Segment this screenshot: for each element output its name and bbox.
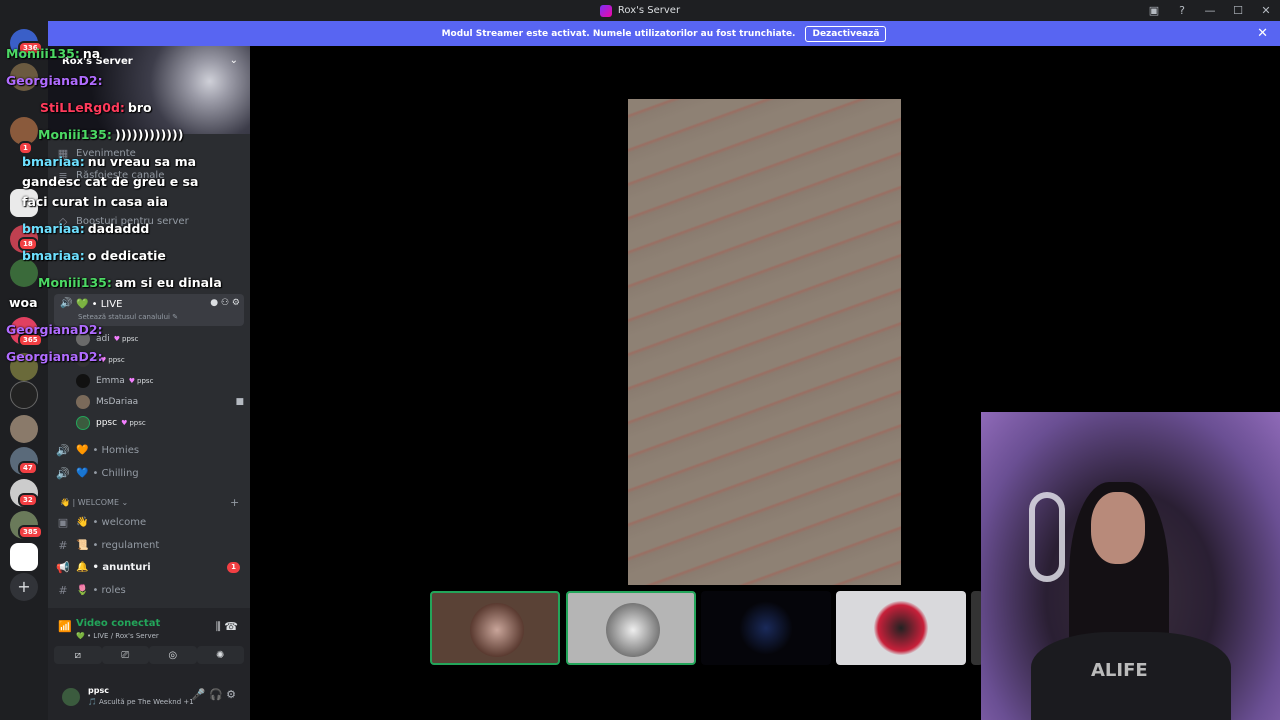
disconnect-icon[interactable]: ⫼ ☎ <box>216 620 238 634</box>
avatar <box>76 395 90 409</box>
maximize-button[interactable]: ☐ <box>1226 0 1250 21</box>
voice-connected-subtitle[interactable]: 💚 • LIVE / Rox's Server <box>76 632 159 640</box>
server-badge: 47 <box>18 461 38 475</box>
server-icon[interactable] <box>10 415 38 443</box>
deactivate-button[interactable]: Dezactivează <box>805 25 887 42</box>
help-icon[interactable]: ? <box>1170 0 1194 21</box>
streamer-mode-banner: Modul Streamer este activat. Numele util… <box>48 21 1280 46</box>
inbox-icon[interactable]: ▣ <box>1142 0 1166 21</box>
camera-off-button[interactable]: ⧄ <box>54 646 102 664</box>
add-channel-icon[interactable]: + <box>230 496 239 509</box>
chat-message: Moniii135:)))))))))))) <box>38 127 184 142</box>
close-window-button[interactable]: ✕ <box>1254 0 1278 21</box>
main-video-stream[interactable] <box>628 99 901 585</box>
voice-user[interactable]: MsDariaa ■ <box>76 393 244 411</box>
avatar <box>606 603 660 657</box>
channel-roles[interactable]: # 🌷 • roles <box>54 580 244 600</box>
server-badge: 32 <box>18 493 38 507</box>
chat-message: bmariaa: nu vreau sa ma gandesc cat de gr… <box>22 154 199 209</box>
user-controls[interactable]: 🎤 🎧 ⚙ <box>192 688 236 701</box>
hash-icon: # <box>58 583 68 597</box>
server-icon[interactable] <box>10 543 38 571</box>
chat-message: GeorgianaD2: <box>6 73 103 88</box>
channel-regulament[interactable]: # 📜 • regulament <box>54 535 244 555</box>
avatar <box>470 603 524 657</box>
voice-channel-chilling[interactable]: 🔊 💙 • Chilling <box>54 463 244 483</box>
channel-label: anunturi <box>102 561 151 573</box>
chevron-down-icon[interactable]: ⌄ <box>230 55 238 66</box>
chat-message: woa <box>9 295 38 310</box>
voice-user-name: ppsc <box>96 418 118 428</box>
screen-share-button[interactable]: ⎚ <box>101 646 149 664</box>
soundboard-button[interactable]: ✺ <box>196 646 244 664</box>
avatar <box>76 416 90 430</box>
voice-user[interactable]: ppsc ♥ ppsc <box>76 414 146 432</box>
voice-user-name: MsDariaa <box>96 397 139 407</box>
chat-message: GeorgianaD2: <box>6 349 103 364</box>
channel-label: Homies <box>101 444 140 456</box>
signal-icon: 📶 <box>58 620 72 633</box>
minimize-button[interactable]: — <box>1198 0 1222 21</box>
channel-label: roles <box>101 584 126 596</box>
title-bar: Rox's Server ▣ ? — ☐ ✕ <box>0 0 1280 21</box>
voice-connected-title: Video conectat <box>76 618 161 629</box>
shirt: ALIFE <box>1031 632 1231 720</box>
webcam-overlay: ALIFE <box>981 412 1280 720</box>
user-status: 🎵 Ascultă pe The Weeknd +1 <box>88 698 194 706</box>
participant-tile[interactable] <box>836 591 966 665</box>
participant-tile[interactable] <box>701 591 831 665</box>
avatar[interactable] <box>62 688 80 706</box>
channel-label: welcome <box>101 516 147 528</box>
chat-message: Moniii135: am si eu dinala <box>38 275 222 290</box>
server-badge: 385 <box>18 525 43 539</box>
chat-message: bmariaa: dadaddd <box>22 221 150 236</box>
chat-message: StiLLeRg0d: bro <box>40 100 152 115</box>
channel-label: regulament <box>101 539 160 551</box>
channel-emoji: 🧡 <box>76 444 89 456</box>
speaker-icon: 🔊 <box>56 466 70 480</box>
headphones <box>1029 492 1065 582</box>
chat-message: Moniii135: na <box>6 46 101 61</box>
chat-message: GeorgianaD2: <box>6 322 103 337</box>
avatar <box>76 374 90 388</box>
chat-message: bmariaa: o dedicatie <box>22 248 166 263</box>
add-server-icon[interactable]: + <box>10 573 38 601</box>
avatar <box>739 601 793 655</box>
speaker-icon: 🔊 <box>56 443 70 457</box>
voice-channel-homies[interactable]: 🔊 🧡 • Homies <box>54 440 244 460</box>
user-panel: ppsc 🎵 Ascultă pe The Weeknd +1 🎤 🎧 ⚙ <box>48 678 250 720</box>
server-icon[interactable] <box>10 381 38 409</box>
user-name[interactable]: ppsc <box>88 686 109 695</box>
channel-emoji: 💙 <box>76 467 89 479</box>
voice-user-name: Emma <box>96 376 125 386</box>
video-camera-icon: ■ <box>235 397 244 407</box>
window-title: Rox's Server <box>617 5 681 16</box>
user-tag: ♥ ppsc <box>121 419 146 427</box>
category-welcome[interactable]: 👋 | WELCOME ⌄ <box>60 498 128 507</box>
channel-label: Chilling <box>101 467 139 479</box>
server-icon <box>599 4 612 17</box>
participant-tile[interactable] <box>566 591 696 665</box>
avatar <box>874 601 928 655</box>
face <box>1091 492 1145 564</box>
user-tag: ♥ ppsc <box>128 377 154 385</box>
channel-anunturi[interactable]: 📢 🔔 • anunturi 1 <box>54 557 244 577</box>
channel-sidebar: Rox's Server ⌄ ▦ Evenimente ≡ Răsfoiește… <box>48 46 250 720</box>
announcement-icon: 📢 <box>56 560 70 574</box>
hash-icon: # <box>58 538 68 552</box>
mention-badge: 1 <box>227 561 240 573</box>
voice-user[interactable]: Emma ♥ ppsc <box>76 372 153 390</box>
participant-tile[interactable] <box>430 591 560 665</box>
activities-button[interactable]: ◎ <box>149 646 197 664</box>
banner-text: Modul Streamer este activat. Numele util… <box>441 28 796 39</box>
banner-close-icon[interactable]: ✕ <box>1257 26 1268 41</box>
channel-welcome[interactable]: ▣ 👋 • welcome <box>54 512 244 532</box>
rules-icon: ▣ <box>57 515 69 529</box>
